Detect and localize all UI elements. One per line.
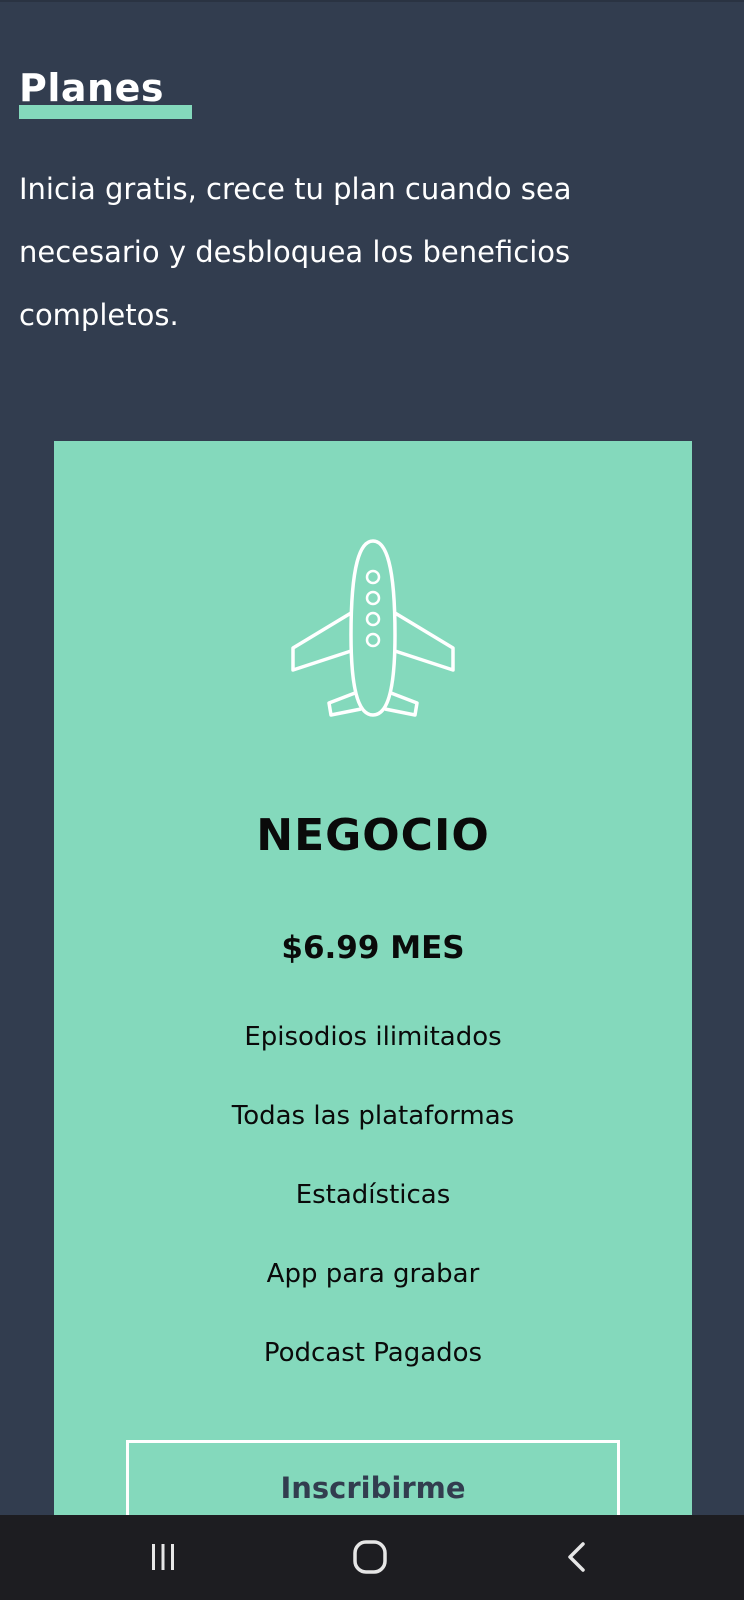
feature-list: Episodios ilimitados Todas las plataform… [54, 1013, 692, 1408]
feature-item: Estadísticas [295, 1180, 451, 1210]
subscribe-button[interactable]: Inscribirme [126, 1440, 620, 1515]
intro-line: completos. [19, 298, 179, 332]
feature-item: Podcast Pagados [263, 1338, 483, 1368]
page-title-block: Planes [19, 64, 192, 124]
plans-page: Planes Inicia gratis, crece tu plan cuan… [0, 0, 744, 1515]
back-icon [568, 1542, 585, 1572]
plan-card: NEGOCIO $6.99 MES Episodios ilimitados T… [54, 441, 692, 1515]
page-title: Planes [19, 66, 164, 110]
status-bar-edge [0, 0, 744, 2]
intro-line: necesario y desbloquea los beneficios [19, 235, 571, 269]
intro-line: Inicia gratis, crece tu plan cuando sea [19, 172, 572, 206]
home-icon [353, 1540, 387, 1574]
intro-text: Inicia gratis, crece tu plan cuando sea … [19, 158, 709, 347]
plan-price: $6.99 MES [281, 930, 465, 966]
feature-item: App para grabar [266, 1259, 480, 1289]
feature-item: Todas las plataformas [231, 1101, 515, 1131]
system-nav-bar [0, 1515, 744, 1600]
home-button[interactable] [330, 1529, 410, 1585]
feature-item: Episodios ilimitados [244, 1022, 502, 1052]
plan-name: NEGOCIO [256, 810, 490, 861]
recent-apps-icon [152, 1544, 174, 1570]
back-button[interactable] [538, 1529, 618, 1585]
recent-apps-button[interactable] [123, 1529, 203, 1585]
airplane-icon [291, 539, 455, 717]
